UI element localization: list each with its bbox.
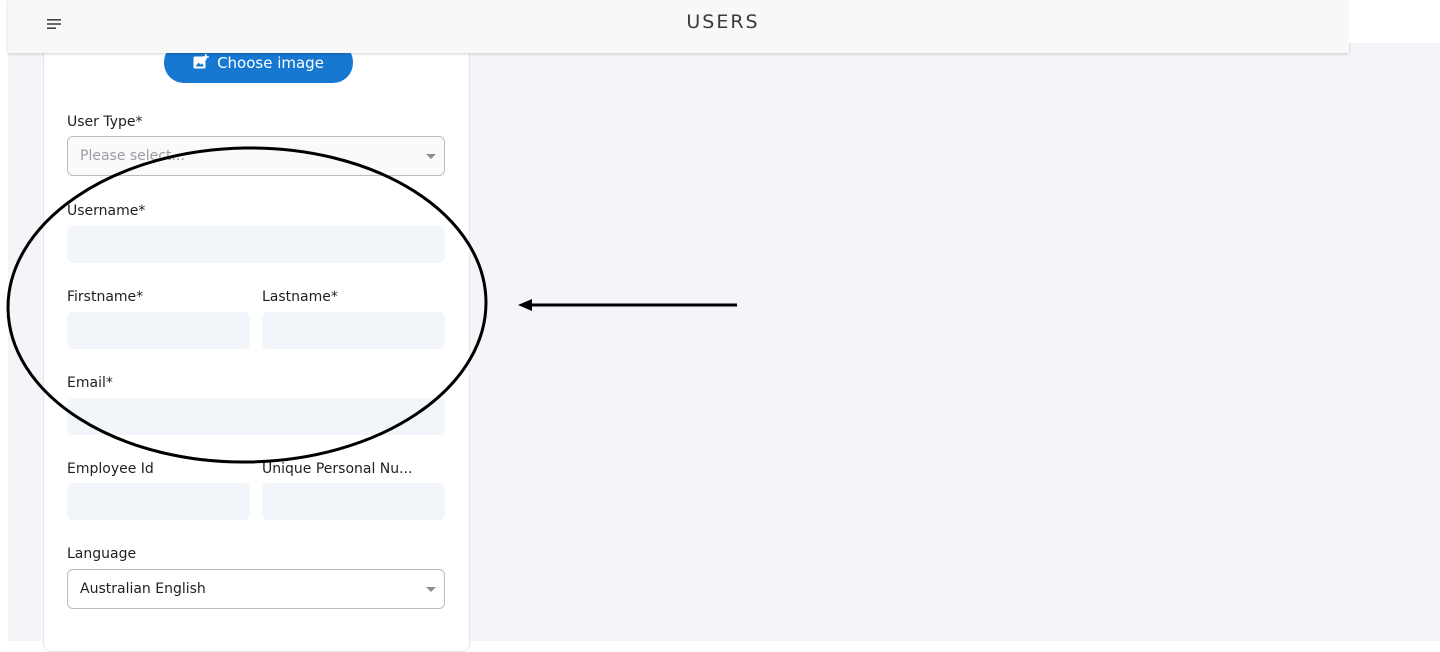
- header-right-area: [1349, 0, 1440, 43]
- dropdown-caret-icon: [426, 154, 436, 159]
- language-selected-value: Australian English: [80, 581, 206, 597]
- dropdown-caret-icon: [426, 587, 436, 592]
- employee-id-input[interactable]: [67, 483, 250, 520]
- user-type-select[interactable]: Please select...: [67, 136, 445, 176]
- unique-personal-number-input[interactable]: [262, 483, 445, 520]
- top-app-bar: USERS: [8, 0, 1349, 53]
- email-input[interactable]: [67, 398, 445, 435]
- choose-image-label: Choose image: [217, 53, 324, 72]
- email-label: Email*: [67, 375, 113, 391]
- username-input[interactable]: [67, 226, 445, 263]
- firstname-label: Firstname*: [67, 289, 144, 305]
- lastname-label: Lastname*: [262, 289, 338, 305]
- username-label: Username*: [67, 203, 146, 219]
- unique-personal-number-label: Unique Personal Nu...: [262, 461, 413, 477]
- lastname-input[interactable]: [262, 312, 445, 349]
- page-title: USERS: [686, 11, 760, 33]
- language-select[interactable]: Australian English: [67, 569, 445, 609]
- add-image-icon: [193, 53, 209, 68]
- language-label: Language: [67, 546, 137, 562]
- user-type-placeholder: Please select...: [80, 148, 185, 164]
- firstname-input[interactable]: [67, 312, 250, 349]
- employee-id-label: Employee Id: [67, 461, 154, 477]
- user-type-label: User Type*: [67, 114, 143, 130]
